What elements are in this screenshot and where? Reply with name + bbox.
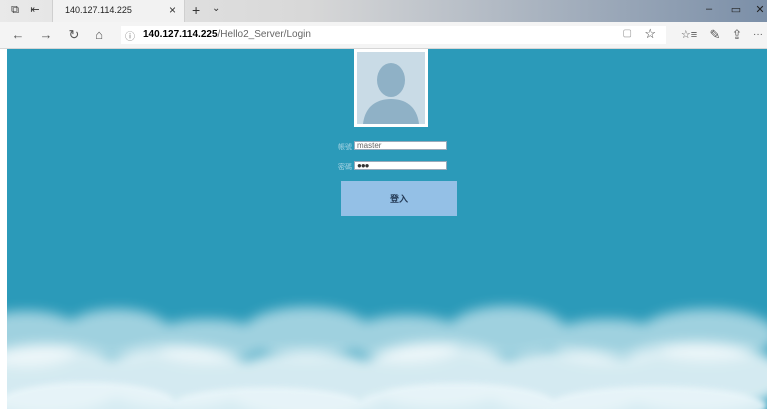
login-button[interactable]: 登入 xyxy=(341,181,457,216)
browser-titlebar: ⧉ ⇤ 140.127.114.225 × + ⌄ – ▭ ✕ xyxy=(0,0,767,22)
share-icon[interactable]: ⇪ xyxy=(729,27,745,43)
notes-pen-icon[interactable]: ✎ xyxy=(707,27,723,43)
back-icon[interactable]: ← xyxy=(10,27,26,43)
home-icon[interactable]: ⌂ xyxy=(91,27,107,43)
refresh-icon[interactable]: ↻ xyxy=(66,27,82,43)
url-text[interactable]: 140.127.114.225/Hello2_Server/Login xyxy=(143,29,311,40)
url-host: 140.127.114.225 xyxy=(143,29,218,40)
tab-preview-chevron-icon[interactable]: ⌄ xyxy=(212,3,220,14)
tab-title: 140.127.114.225 xyxy=(65,5,132,15)
close-tab-icon[interactable]: × xyxy=(169,3,176,17)
close-window-icon[interactable]: ✕ xyxy=(750,3,767,16)
reading-view-icon[interactable]: ▢ xyxy=(623,28,632,39)
navigation-bar: ← → ↻ ⌂ ⓘ 140.127.114.225/Hello2_Server/… xyxy=(0,22,767,49)
maximize-icon[interactable]: ▭ xyxy=(726,3,746,16)
username-label: 帳號 xyxy=(338,144,352,151)
site-info-icon[interactable]: ⓘ xyxy=(125,28,135,43)
browser-tab[interactable]: 140.127.114.225 × xyxy=(52,0,185,22)
person-silhouette-icon xyxy=(357,52,425,124)
more-menu-icon[interactable]: ··· xyxy=(750,27,766,43)
favorite-star-icon[interactable]: ☆ xyxy=(644,26,656,42)
user-avatar-placeholder xyxy=(354,49,428,127)
tabs-aside-icon[interactable]: ⇤ xyxy=(28,4,42,17)
url-path: /Hello2_Server/Login xyxy=(217,29,311,40)
password-input[interactable]: ●●● xyxy=(354,161,447,170)
username-input[interactable]: master xyxy=(354,141,447,150)
minimize-icon[interactable]: – xyxy=(699,3,719,15)
new-tab-icon[interactable]: + xyxy=(192,2,200,18)
password-label: 密碼 xyxy=(338,164,352,171)
page-viewport: 帳號 master 密碼 ●●● 登入 xyxy=(7,49,767,409)
favorites-hub-icon[interactable]: ☆≡ xyxy=(679,27,699,43)
address-bar[interactable]: ⓘ 140.127.114.225/Hello2_Server/Login ▢ … xyxy=(121,26,666,44)
forward-icon[interactable]: → xyxy=(38,27,54,43)
tab-sets-icon[interactable]: ⧉ xyxy=(8,4,22,17)
